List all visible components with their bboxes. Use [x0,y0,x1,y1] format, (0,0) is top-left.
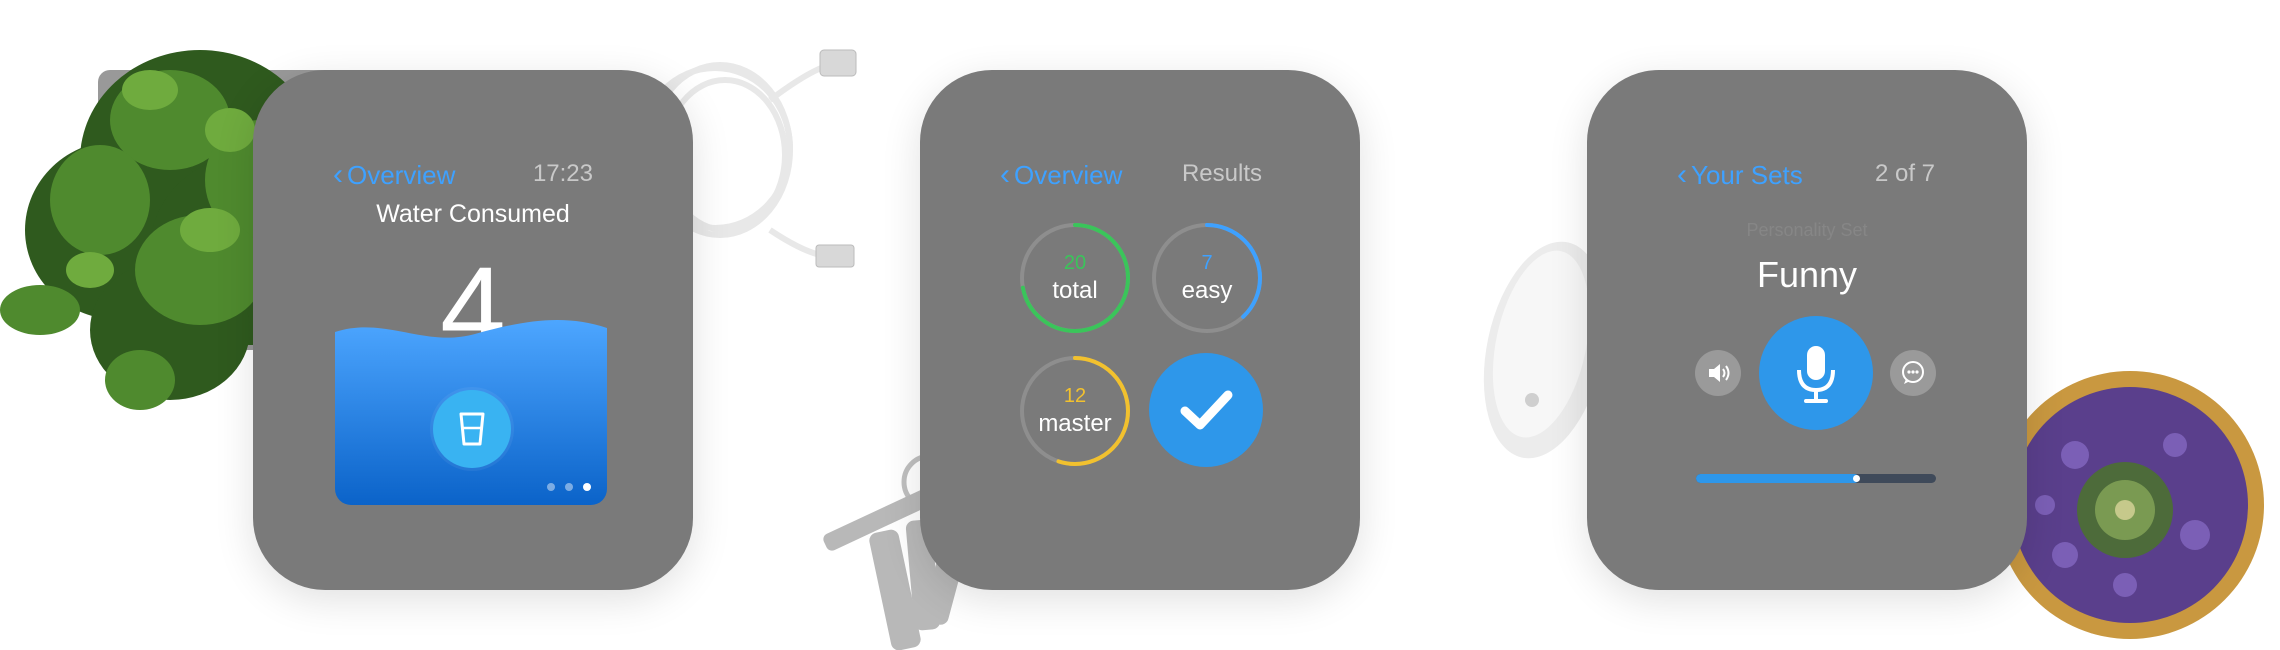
screen-title: Water Consumed [376,200,570,228]
watch-screen: ‹ Your Sets 2 of 7 Personality Set Funny [1587,70,2027,590]
cactus-pot-image [1996,371,2264,639]
chevron-left-icon: ‹ [1000,158,1010,191]
water-level-panel [335,320,607,505]
back-label: Overview [347,160,456,190]
stat-label: total [1052,277,1098,304]
progress-knob[interactable] [1853,475,1861,482]
set-title: Funny [1756,254,1858,295]
speaker-icon [1709,364,1730,382]
stat-value: 12 [1063,385,1087,407]
stat-total: 20 total [1017,220,1133,336]
back-button[interactable]: ‹ Overview [333,158,455,192]
watch-screen: ‹ Overview 17:23 Water Consumed 4 [253,70,693,590]
back-button[interactable]: ‹ Overview [1000,158,1122,192]
watch-water-consumed: ‹ Overview 17:23 Water Consumed 4 [253,70,693,590]
chevron-left-icon: ‹ [333,158,343,191]
record-button[interactable] [1759,316,1873,430]
clock-time: 17:23 [532,160,593,187]
set-counter: 2 of 7 [1874,160,1935,187]
back-label: Your Sets [1691,160,1803,190]
page-dot-active[interactable] [583,483,591,491]
stat-easy: 7 easy [1149,220,1265,336]
page-indicator [547,483,591,491]
page-dot[interactable] [547,483,555,491]
stat-label: master [1038,410,1112,437]
chat-bubble-icon [1902,361,1924,384]
stat-label: easy [1181,277,1233,304]
progress-fill [1696,474,1860,483]
microphone-icon [1797,346,1835,403]
screen-title: Results [1181,160,1262,187]
stat-value: 7 [1201,252,1213,274]
back-label: Overview [1014,160,1123,190]
glass-icon [459,412,485,446]
page-dot[interactable] [565,483,573,491]
back-button[interactable]: ‹ Your Sets [1677,158,1803,192]
progress-slider[interactable] [1696,474,1936,483]
stat-master: 12 master [1017,353,1133,469]
confirm-button[interactable] [1149,353,1263,467]
chat-button[interactable] [1890,350,1936,396]
stat-value: 20 [1063,252,1087,274]
add-glass-button[interactable] [433,390,511,468]
watch-sets: ‹ Your Sets 2 of 7 Personality Set Funny [1587,70,2027,590]
watch-results: ‹ Overview Results 20 total 7 easy 12 ma… [920,70,1360,590]
chevron-left-icon: ‹ [1677,158,1687,191]
checkmark-icon [1180,390,1233,430]
speaker-button[interactable] [1695,350,1741,396]
set-subtitle: Personality Set [1746,220,1868,240]
watch-screen: ‹ Overview Results 20 total 7 easy 12 ma… [920,70,1360,590]
